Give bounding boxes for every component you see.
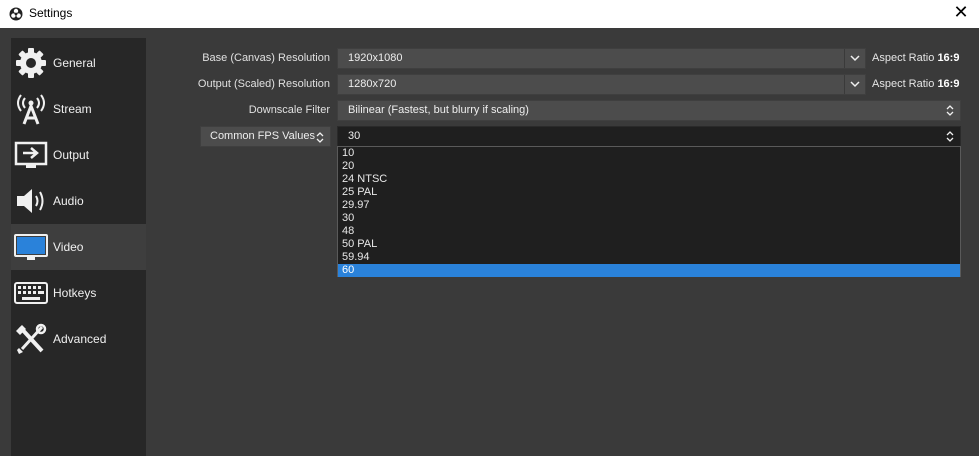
updown-arrows-icon <box>946 105 954 116</box>
base-resolution-label: Base (Canvas) Resolution <box>202 52 330 64</box>
close-icon: ✕ <box>953 2 969 23</box>
downscale-filter-label: Downscale Filter <box>248 104 330 116</box>
sidebar-item-stream[interactable]: Stream <box>11 86 146 132</box>
output-resolution-combo[interactable]: 1280x720 <box>337 74 866 95</box>
sidebar-item-label: Advanced <box>53 332 107 346</box>
window-title: Settings <box>29 6 73 20</box>
fps-option[interactable]: 59.94 <box>338 251 960 264</box>
output-resolution-value: 1280x720 <box>348 78 397 90</box>
chevron-down-icon <box>850 81 860 88</box>
base-resolution-combo[interactable]: 1920x1080 <box>337 48 866 69</box>
aspect-ratio-label: Aspect Ratio <box>872 78 935 90</box>
base-aspect-ratio: Aspect Ratio 16:9 <box>872 52 959 64</box>
close-button[interactable]: ✕ <box>949 2 973 24</box>
tools-icon <box>16 323 47 354</box>
speaker-icon <box>17 189 44 213</box>
sidebar-item-label: Output <box>53 148 90 162</box>
fps-option[interactable]: 20 <box>338 160 960 173</box>
monitor-icon <box>14 234 48 260</box>
gear-icon <box>16 48 46 78</box>
output-resolution-label: Output (Scaled) Resolution <box>197 78 330 90</box>
downscale-filter-select[interactable]: Bilinear (Fastest, but blurry if scaling… <box>337 100 961 121</box>
sidebar-item-label: Video <box>53 240 84 254</box>
fps-value: 30 <box>348 130 361 142</box>
fps-option[interactable]: 10 <box>338 147 960 160</box>
fps-type-value: Common FPS Values <box>210 130 315 142</box>
fps-option-highlighted[interactable]: 60 <box>338 264 960 277</box>
fps-option[interactable]: 50 PAL <box>338 238 960 251</box>
obs-logo-icon <box>9 7 23 21</box>
keyboard-icon <box>14 282 48 304</box>
base-resolution-value: 1920x1080 <box>348 52 403 64</box>
base-resolution-dropdown-button[interactable] <box>844 49 865 68</box>
sidebar-item-video[interactable]: Video <box>11 224 146 270</box>
fps-option[interactable]: 29.97 <box>338 199 960 212</box>
aspect-ratio-value: 16:9 <box>937 52 960 64</box>
sidebar-item-audio[interactable]: Audio <box>11 178 146 224</box>
settings-sidebar: General Stream Output Audio Video Hotkey… <box>11 38 146 456</box>
fps-option[interactable]: 48 <box>338 225 960 238</box>
aspect-ratio-label: Aspect Ratio <box>872 52 935 64</box>
antenna-icon <box>17 94 45 125</box>
fps-dropdown-list: 10 20 24 NTSC 25 PAL 29.97 30 48 50 PAL … <box>337 146 961 277</box>
sidebar-item-label: Audio <box>53 194 84 208</box>
fps-option[interactable]: 24 NTSC <box>338 173 960 186</box>
updown-arrows-icon <box>316 132 324 143</box>
fps-option[interactable]: 25 PAL <box>338 186 960 199</box>
sidebar-item-advanced[interactable]: Advanced <box>11 316 146 362</box>
chevron-down-icon <box>850 55 860 62</box>
aspect-ratio-value: 16:9 <box>937 78 960 90</box>
sidebar-item-output[interactable]: Output <box>11 132 146 178</box>
sidebar-item-label: Hotkeys <box>53 286 97 300</box>
sidebar-item-general[interactable]: General <box>11 40 146 86</box>
output-aspect-ratio: Aspect Ratio 16:9 <box>872 78 959 90</box>
downscale-filter-value: Bilinear (Fastest, but blurry if scaling… <box>348 104 529 116</box>
fps-type-select[interactable]: Common FPS Values <box>200 126 331 147</box>
output-resolution-dropdown-button[interactable] <box>844 75 865 94</box>
title-bar: Settings ✕ <box>0 0 979 28</box>
fps-value-select[interactable]: 30 <box>337 126 961 147</box>
fps-option[interactable]: 30 <box>338 212 960 225</box>
output-icon <box>14 141 48 168</box>
sidebar-item-hotkeys[interactable]: Hotkeys <box>11 270 146 316</box>
updown-arrows-icon <box>946 131 954 142</box>
sidebar-item-label: Stream <box>53 102 92 116</box>
sidebar-item-label: General <box>53 56 96 70</box>
